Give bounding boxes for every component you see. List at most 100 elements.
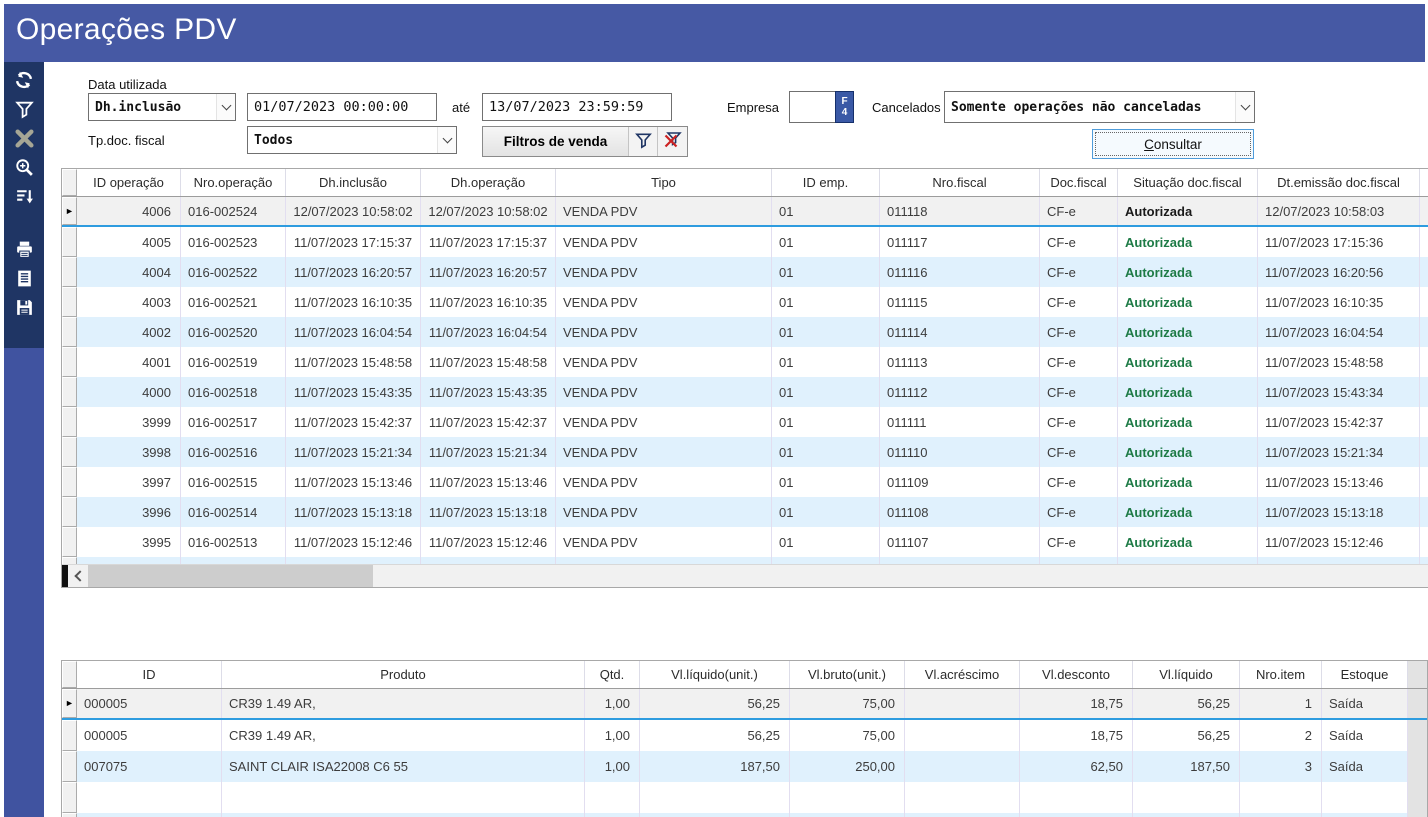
row-selector[interactable]: ► <box>62 689 77 718</box>
date-to-input[interactable] <box>482 93 672 121</box>
scroll-left-button[interactable] <box>68 565 88 587</box>
clear-sale-filter-button[interactable] <box>658 127 687 156</box>
save-button[interactable] <box>10 294 38 323</box>
empty-table-row[interactable] <box>62 782 1427 813</box>
table-row[interactable]: 4000016-00251811/07/2023 15:43:3511/07/2… <box>62 377 1428 407</box>
row-selector[interactable] <box>62 287 77 317</box>
row-selector[interactable]: ► <box>62 197 77 225</box>
tp-doc-fiscal-select[interactable]: Todos <box>247 126 457 154</box>
table-row[interactable]: ►4006016-00252412/07/2023 10:58:0212/07/… <box>62 197 1428 227</box>
table-row[interactable]: 007075SAINT CLAIR ISA22008 C6 551,00187,… <box>62 751 1427 782</box>
row-selector[interactable] <box>62 497 77 527</box>
sale-filter-button[interactable] <box>629 127 658 156</box>
table-row[interactable]: 4004016-00252211/07/2023 16:20:5711/07/2… <box>62 257 1428 287</box>
column-header[interactable]: Vl.bruto(unit.) <box>790 661 905 688</box>
column-header[interactable]: Tipo <box>556 169 772 196</box>
date-from-input[interactable] <box>247 93 437 121</box>
column-header[interactable]: ID <box>77 661 222 688</box>
filter-funnel-icon <box>14 99 35 123</box>
chevron-down-icon[interactable] <box>437 127 456 153</box>
table-row[interactable]: 4005016-00252311/07/2023 17:15:3711/07/2… <box>62 227 1428 257</box>
row-selector[interactable] <box>62 751 77 782</box>
chevron-down-icon[interactable] <box>1235 92 1254 122</box>
row-selector[interactable] <box>62 437 77 467</box>
row-selector[interactable] <box>62 813 77 817</box>
filtros-de-venda-button[interactable]: Filtros de venda <box>483 127 629 156</box>
column-header[interactable]: Produto <box>222 661 585 688</box>
scrollbar-thumb[interactable] <box>88 565 373 587</box>
table-row[interactable]: 3996016-00251411/07/2023 15:13:1811/07/2… <box>62 497 1428 527</box>
empresa-f4-lookup-button[interactable]: F 4 <box>835 91 854 123</box>
table-row[interactable]: 3995016-00251311/07/2023 15:12:4611/07/2… <box>62 527 1428 557</box>
column-header[interactable]: Nro.operação <box>181 169 286 196</box>
column-header[interactable]: ID emp. <box>772 169 880 196</box>
cell: Autorizada <box>1118 317 1258 347</box>
cell <box>585 782 640 813</box>
table-row[interactable]: 4001016-00251911/07/2023 15:48:5811/07/2… <box>62 347 1428 377</box>
column-header[interactable]: Dh.inclusão <box>286 169 421 196</box>
column-header[interactable]: Nro.item <box>1240 661 1322 688</box>
cell: 187,50 <box>1133 751 1240 782</box>
row-selector[interactable] <box>62 347 77 377</box>
row-selector[interactable] <box>62 720 77 751</box>
column-header[interactable]: Vl.acréscimo <box>905 661 1020 688</box>
filter-button[interactable] <box>10 96 38 125</box>
row-selector[interactable] <box>62 377 77 407</box>
empty-filler <box>1408 751 1428 782</box>
column-header[interactable]: Dh.operação <box>421 169 556 196</box>
table-row[interactable]: 3997016-00251511/07/2023 15:13:4611/07/2… <box>62 467 1428 497</box>
clear-filter-button[interactable] <box>10 125 38 154</box>
cell: Saída <box>1322 720 1408 751</box>
cell: 18,75 <box>1020 720 1133 751</box>
row-selector[interactable] <box>62 407 77 437</box>
row-selector[interactable] <box>62 527 77 557</box>
operations-table: ID operaçãoNro.operaçãoDh.inclusãoDh.ope… <box>61 168 1428 588</box>
column-header[interactable]: Estoque <box>1322 661 1408 688</box>
row-selector[interactable] <box>62 317 77 347</box>
column-header[interactable] <box>1420 169 1428 196</box>
cell: 2 <box>1240 720 1322 751</box>
horizontal-scrollbar[interactable] <box>62 564 1428 587</box>
report-button[interactable] <box>10 265 38 294</box>
cell <box>905 813 1020 817</box>
column-header[interactable]: Situação doc.fiscal <box>1118 169 1258 196</box>
row-selector[interactable] <box>62 467 77 497</box>
table-row[interactable]: 000005CR39 1.49 AR,1,0056,2575,0018,7556… <box>62 720 1427 751</box>
column-header[interactable]: ID operação <box>77 169 181 196</box>
data-utilizada-select[interactable]: Dh.inclusão <box>88 93 236 121</box>
table-row[interactable]: 4002016-00252011/07/2023 16:04:5411/07/2… <box>62 317 1428 347</box>
cell: CF-e <box>1040 227 1118 257</box>
row-selector[interactable] <box>62 661 77 688</box>
cell: CF-e <box>1040 287 1118 317</box>
cell: VENDA PDV <box>556 347 772 377</box>
row-selector[interactable] <box>62 257 77 287</box>
table-row[interactable]: 3998016-00251611/07/2023 15:21:3411/07/2… <box>62 437 1428 467</box>
sync-button[interactable] <box>10 67 38 96</box>
chevron-down-icon[interactable] <box>216 94 235 120</box>
cell: Autorizada <box>1118 527 1258 557</box>
print-button[interactable] <box>10 236 38 265</box>
column-header[interactable]: Vl.líquido <box>1133 661 1240 688</box>
empresa-input[interactable] <box>789 91 836 123</box>
row-selector[interactable] <box>62 169 77 196</box>
cancelados-select[interactable]: Somente operações não canceladas <box>944 91 1255 123</box>
column-header[interactable]: Qtd. <box>585 661 640 688</box>
zoom-button[interactable] <box>10 154 38 183</box>
column-header[interactable]: Nro.fiscal <box>880 169 1040 196</box>
empty-table-row[interactable] <box>62 813 1427 817</box>
table-row[interactable]: 3999016-00251711/07/2023 15:42:3711/07/2… <box>62 407 1428 437</box>
row-selector[interactable] <box>62 227 77 257</box>
table-row[interactable]: 4003016-00252111/07/2023 16:10:3511/07/2… <box>62 287 1428 317</box>
column-header[interactable]: Doc.fiscal <box>1040 169 1118 196</box>
column-header[interactable]: Dt.emissão doc.fiscal <box>1258 169 1420 196</box>
cell <box>1420 437 1428 467</box>
sort-button[interactable] <box>10 183 38 212</box>
column-header[interactable]: Vl.desconto <box>1020 661 1133 688</box>
consultar-button[interactable]: Consultar <box>1092 129 1254 159</box>
cell: 011113 <box>880 347 1040 377</box>
cell: 11/07/2023 16:20:57 <box>286 257 421 287</box>
table-row[interactable]: ►000005CR39 1.49 AR,1,0056,2575,0018,755… <box>62 689 1427 720</box>
column-header[interactable]: Vl.líquido(unit.) <box>640 661 790 688</box>
cell: Autorizada <box>1118 257 1258 287</box>
row-selector[interactable] <box>62 782 77 813</box>
